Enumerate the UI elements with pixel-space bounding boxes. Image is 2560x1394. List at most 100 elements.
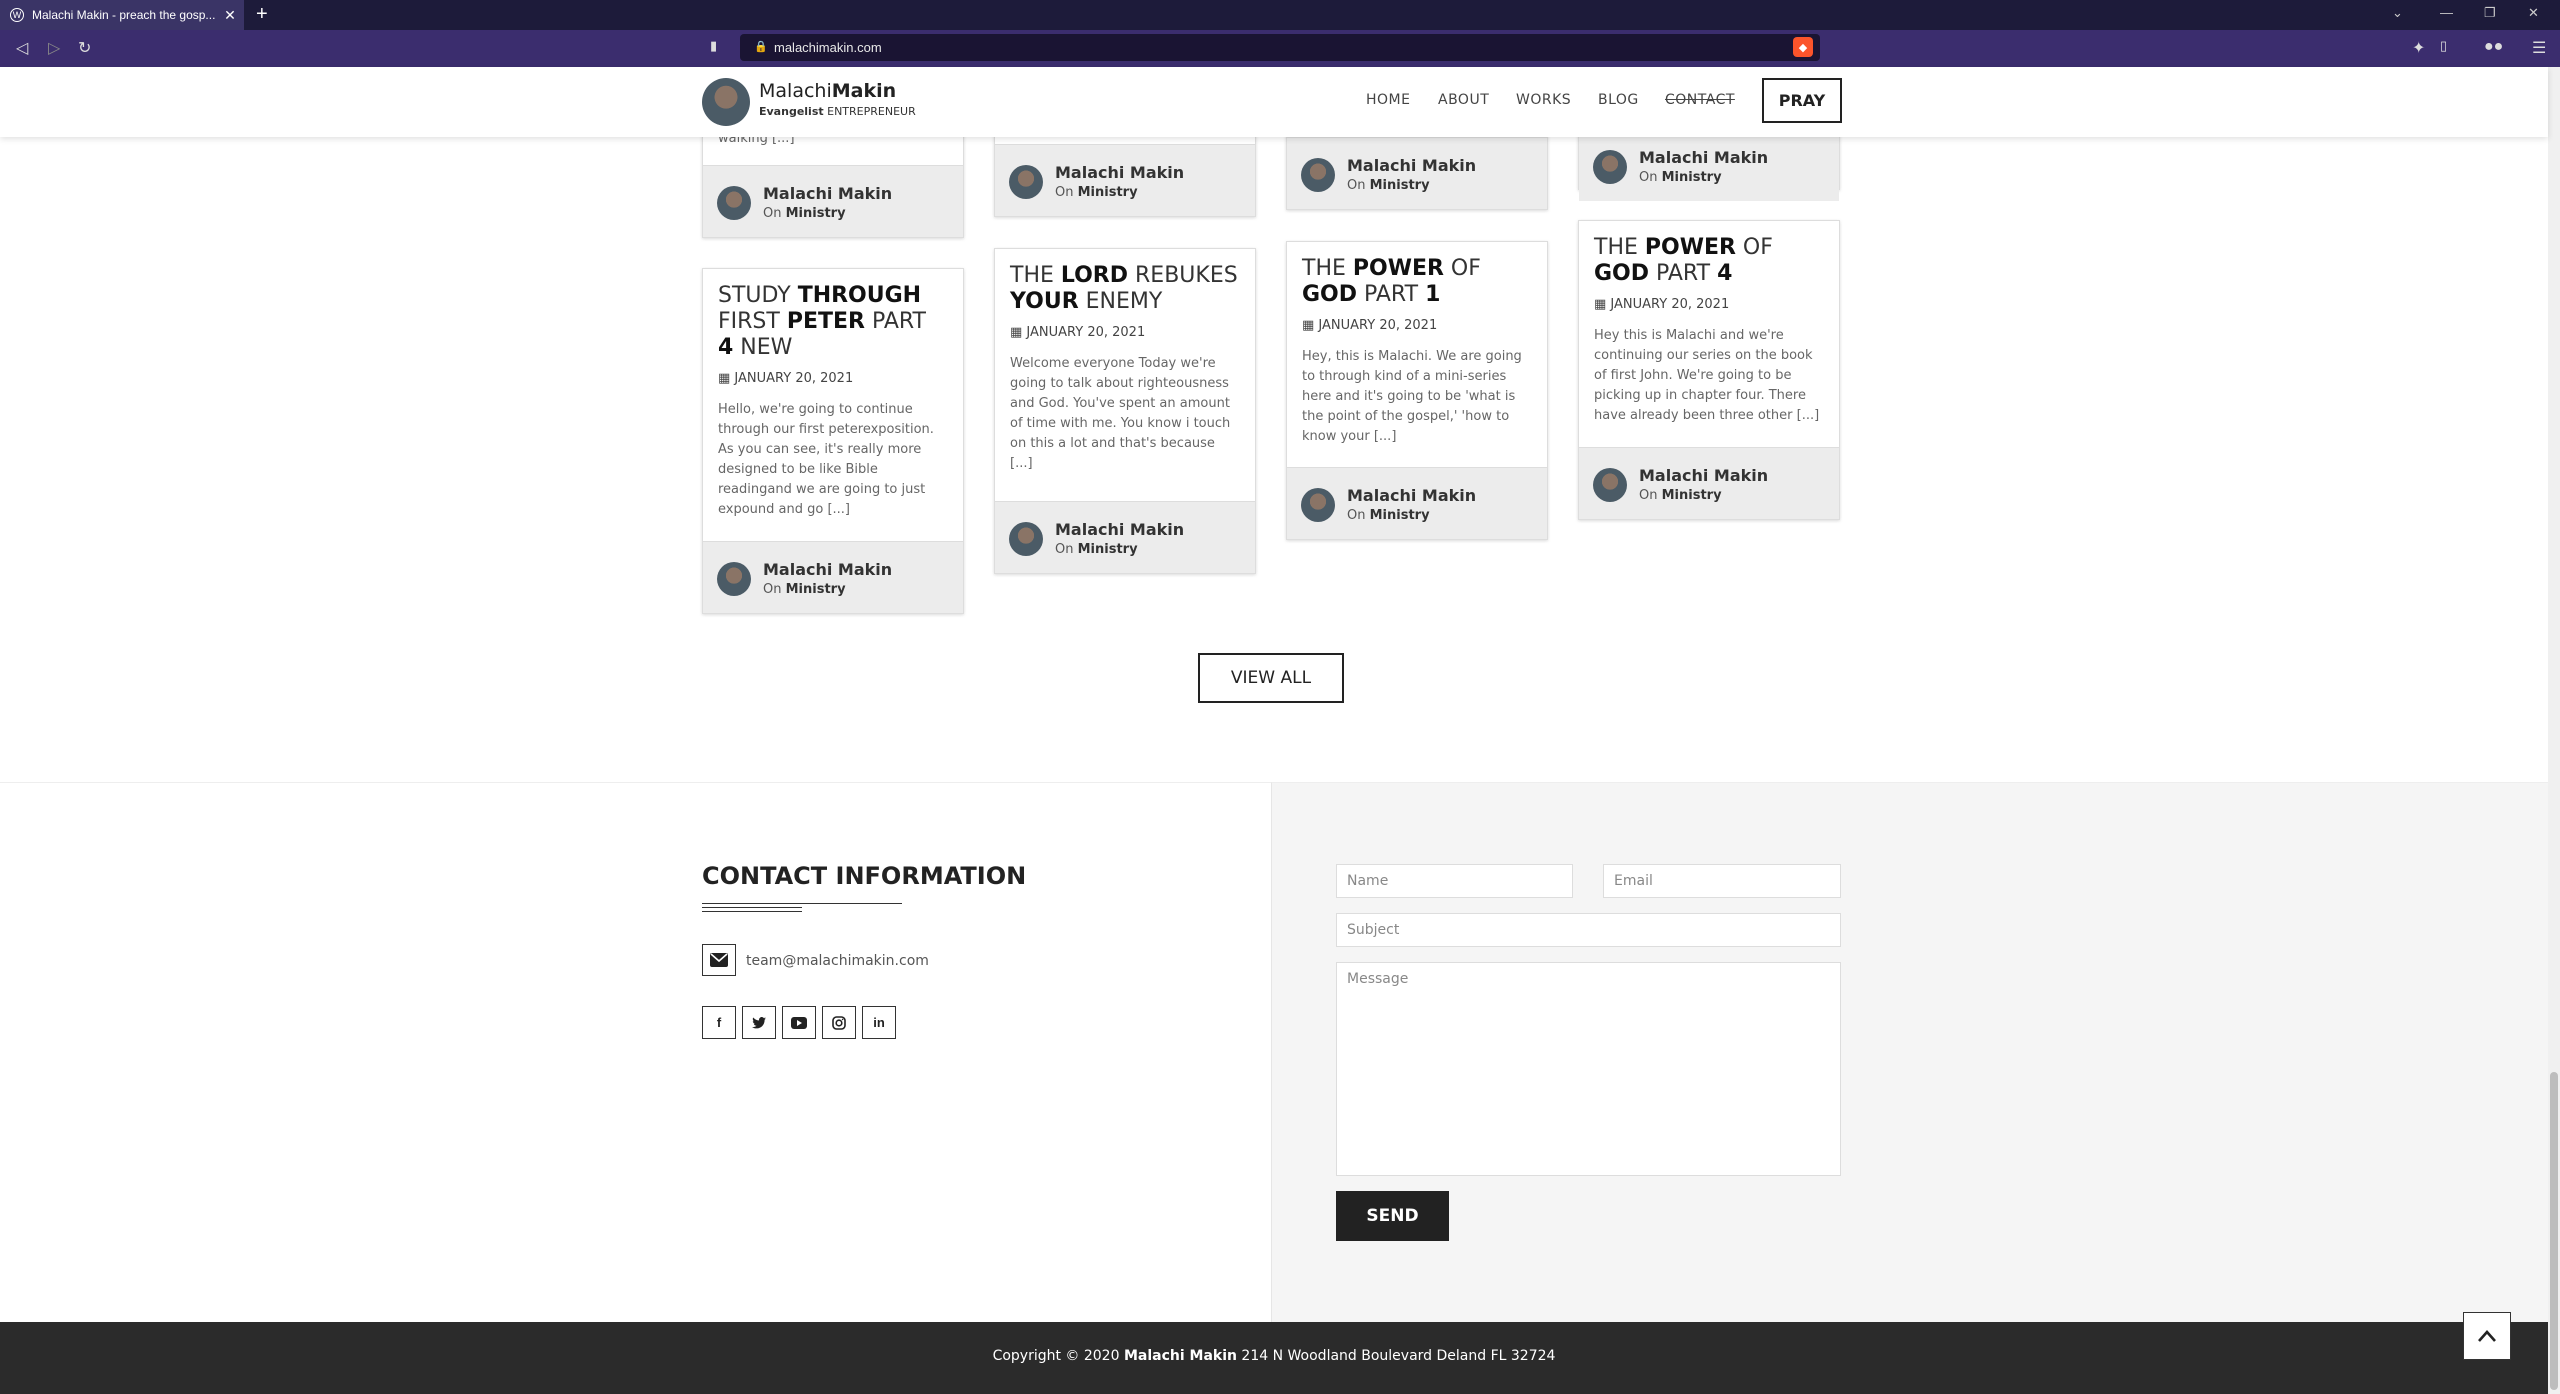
author-name[interactable]: Malachi Makin bbox=[1055, 520, 1184, 539]
menu-icon[interactable]: ☰ bbox=[2532, 38, 2546, 58]
blog-card[interactable]: THE POWER OF GOD PART 1 ▦ JANUARY 20, 20… bbox=[1286, 241, 1548, 540]
facebook-icon[interactable]: f bbox=[702, 1006, 736, 1039]
title-part: PETER bbox=[786, 309, 865, 334]
forward-icon[interactable]: ▷ bbox=[48, 38, 60, 58]
category-link[interactable]: Ministry bbox=[786, 582, 846, 597]
brave-shields-icon[interactable]: ◆ bbox=[1793, 37, 1813, 57]
author-name[interactable]: Malachi Makin bbox=[1347, 486, 1476, 505]
site-tagline: Evangelist ENTREPRENEUR bbox=[759, 105, 916, 118]
wallet-icon[interactable]: ●● bbox=[2484, 38, 2503, 56]
card-author: Malachi Makin On Ministry bbox=[1579, 447, 1839, 519]
on-label: On bbox=[1055, 542, 1078, 557]
card-title[interactable]: STUDY THROUGH FIRST PETER PART 4 NEW bbox=[718, 283, 948, 361]
nav-blog[interactable]: BLOG bbox=[1598, 92, 1639, 108]
category-link[interactable]: Ministry bbox=[1370, 178, 1430, 193]
wordpress-icon: W bbox=[10, 8, 24, 22]
card-date: ▦ JANUARY 20, 2021 bbox=[1594, 297, 1824, 312]
author-category: On Ministry bbox=[1347, 508, 1430, 523]
card-date: ▦ JANUARY 20, 2021 bbox=[1010, 325, 1240, 340]
card-title[interactable]: THE POWER OF GOD PART 4 bbox=[1594, 235, 1824, 287]
author-name[interactable]: Malachi Makin bbox=[763, 184, 892, 203]
card-excerpt: Hello, we're going to continue through o… bbox=[718, 402, 934, 517]
browser-tab-bar: W Malachi Makin - preach the gosp... ✕ +… bbox=[0, 0, 2560, 30]
card-date: ▦ JANUARY 20, 2021 bbox=[1302, 318, 1532, 333]
nav-works[interactable]: WORKS bbox=[1516, 92, 1571, 108]
instagram-icon[interactable] bbox=[822, 1006, 856, 1039]
url-text: malachimakin.com bbox=[774, 40, 882, 55]
reload-icon[interactable]: ↻ bbox=[78, 38, 91, 58]
back-icon[interactable]: ◁ bbox=[16, 38, 28, 58]
blog-card[interactable]: STUDY THROUGH FIRST PETER PART 4 NEW ▦ J… bbox=[702, 268, 964, 614]
chevron-up-icon bbox=[2478, 1330, 2496, 1342]
category-link[interactable]: Ministry bbox=[1662, 170, 1722, 185]
nav-contact[interactable]: CONTACT bbox=[1665, 92, 1735, 108]
title-part: PART bbox=[1649, 261, 1718, 286]
back-to-top-button[interactable] bbox=[2463, 1312, 2511, 1360]
address-bar[interactable] bbox=[740, 34, 1820, 61]
card-author: Malachi Makin On Ministry bbox=[995, 144, 1255, 216]
title-part: STUDY bbox=[718, 283, 798, 308]
nav-home[interactable]: HOME bbox=[1366, 92, 1410, 108]
sidebar-icon[interactable]: ▯ bbox=[2440, 38, 2447, 54]
category-link[interactable]: Ministry bbox=[1662, 488, 1722, 503]
card-author: Malachi Makin On Ministry bbox=[703, 165, 963, 237]
view-all-button[interactable]: VIEW ALL bbox=[1198, 653, 1344, 703]
pray-button[interactable]: PRAY bbox=[1762, 78, 1842, 123]
tagline-rest: ENTREPRENEUR bbox=[823, 105, 916, 118]
extensions-icon[interactable]: ✦ bbox=[2412, 38, 2425, 58]
author-avatar bbox=[1593, 150, 1627, 184]
bookmark-icon[interactable]: ▮ bbox=[710, 38, 717, 54]
card-author: Malachi Makin On Ministry bbox=[1287, 467, 1547, 539]
title-part: PART bbox=[864, 309, 926, 334]
category-link[interactable]: Ministry bbox=[1078, 185, 1138, 200]
card-title[interactable]: THE POWER OF GOD PART 1 bbox=[1302, 256, 1532, 308]
calendar-icon: ▦ bbox=[1010, 325, 1027, 340]
title-part: LORD bbox=[1060, 263, 1129, 288]
blog-card[interactable]: THE POWER OF GOD PART 4 ▦ JANUARY 20, 20… bbox=[1578, 220, 1840, 520]
author-avatar bbox=[717, 562, 751, 596]
scrollbar-thumb[interactable] bbox=[2550, 1072, 2558, 1390]
date-text: JANUARY 20, 2021 bbox=[1026, 325, 1146, 340]
new-tab-icon[interactable]: + bbox=[256, 3, 268, 26]
card-author: Malachi Makin On Ministry bbox=[703, 541, 963, 613]
author-name[interactable]: Malachi Makin bbox=[1639, 148, 1768, 167]
name-input[interactable]: Name bbox=[1336, 864, 1573, 898]
window-close-icon[interactable]: ✕ bbox=[2528, 5, 2539, 21]
author-avatar bbox=[1009, 165, 1043, 199]
title-part: POWER bbox=[1352, 256, 1444, 281]
author-name[interactable]: Malachi Makin bbox=[763, 560, 892, 579]
linkedin-icon[interactable]: in bbox=[862, 1006, 896, 1039]
nav-about[interactable]: ABOUT bbox=[1438, 92, 1489, 108]
youtube-icon[interactable] bbox=[782, 1006, 816, 1039]
category-link[interactable]: Ministry bbox=[1370, 508, 1430, 523]
author-name[interactable]: Malachi Makin bbox=[1347, 156, 1476, 175]
minimize-icon[interactable]: — bbox=[2440, 5, 2453, 20]
title-part: THE bbox=[1302, 256, 1353, 281]
card-title[interactable]: THE LORD REBUKES YOUR ENEMY bbox=[1010, 263, 1240, 315]
category-link[interactable]: Ministry bbox=[786, 206, 846, 221]
title-part: THE bbox=[1010, 263, 1061, 288]
tab-list-icon[interactable]: ⌄ bbox=[2392, 5, 2403, 21]
title-part: GOD bbox=[1594, 261, 1650, 286]
author-avatar bbox=[717, 186, 751, 220]
category-link[interactable]: Ministry bbox=[1078, 542, 1138, 557]
copyright-prefix: Copyright © 2020 bbox=[992, 1348, 1124, 1364]
title-part: ENEMY bbox=[1078, 289, 1163, 314]
site-header: MalachiMakin Evangelist ENTREPRENEUR HOM… bbox=[0, 67, 2548, 137]
twitter-icon[interactable] bbox=[742, 1006, 776, 1039]
tab-close-icon[interactable]: ✕ bbox=[220, 7, 240, 24]
message-textarea[interactable]: Message bbox=[1336, 962, 1841, 1176]
author-name[interactable]: Malachi Makin bbox=[1639, 466, 1768, 485]
blog-card[interactable]: THE LORD REBUKES YOUR ENEMY ▦ JANUARY 20… bbox=[994, 248, 1256, 574]
site-logo-name[interactable]: MalachiMakin bbox=[759, 80, 896, 102]
logo-avatar[interactable] bbox=[702, 78, 750, 126]
subject-input[interactable]: Subject bbox=[1336, 913, 1841, 947]
author-name[interactable]: Malachi Makin bbox=[1055, 163, 1184, 182]
restore-icon[interactable]: ❐ bbox=[2484, 5, 2496, 21]
card-author: Malachi Makin On Ministry bbox=[1287, 137, 1547, 209]
browser-tab[interactable]: W Malachi Makin - preach the gosp... ✕ bbox=[0, 0, 244, 30]
email-input[interactable]: Email bbox=[1603, 864, 1841, 898]
contact-email[interactable]: team@malachimakin.com bbox=[746, 953, 929, 969]
send-button[interactable]: SEND bbox=[1336, 1191, 1449, 1241]
title-part: PART bbox=[1357, 282, 1426, 307]
